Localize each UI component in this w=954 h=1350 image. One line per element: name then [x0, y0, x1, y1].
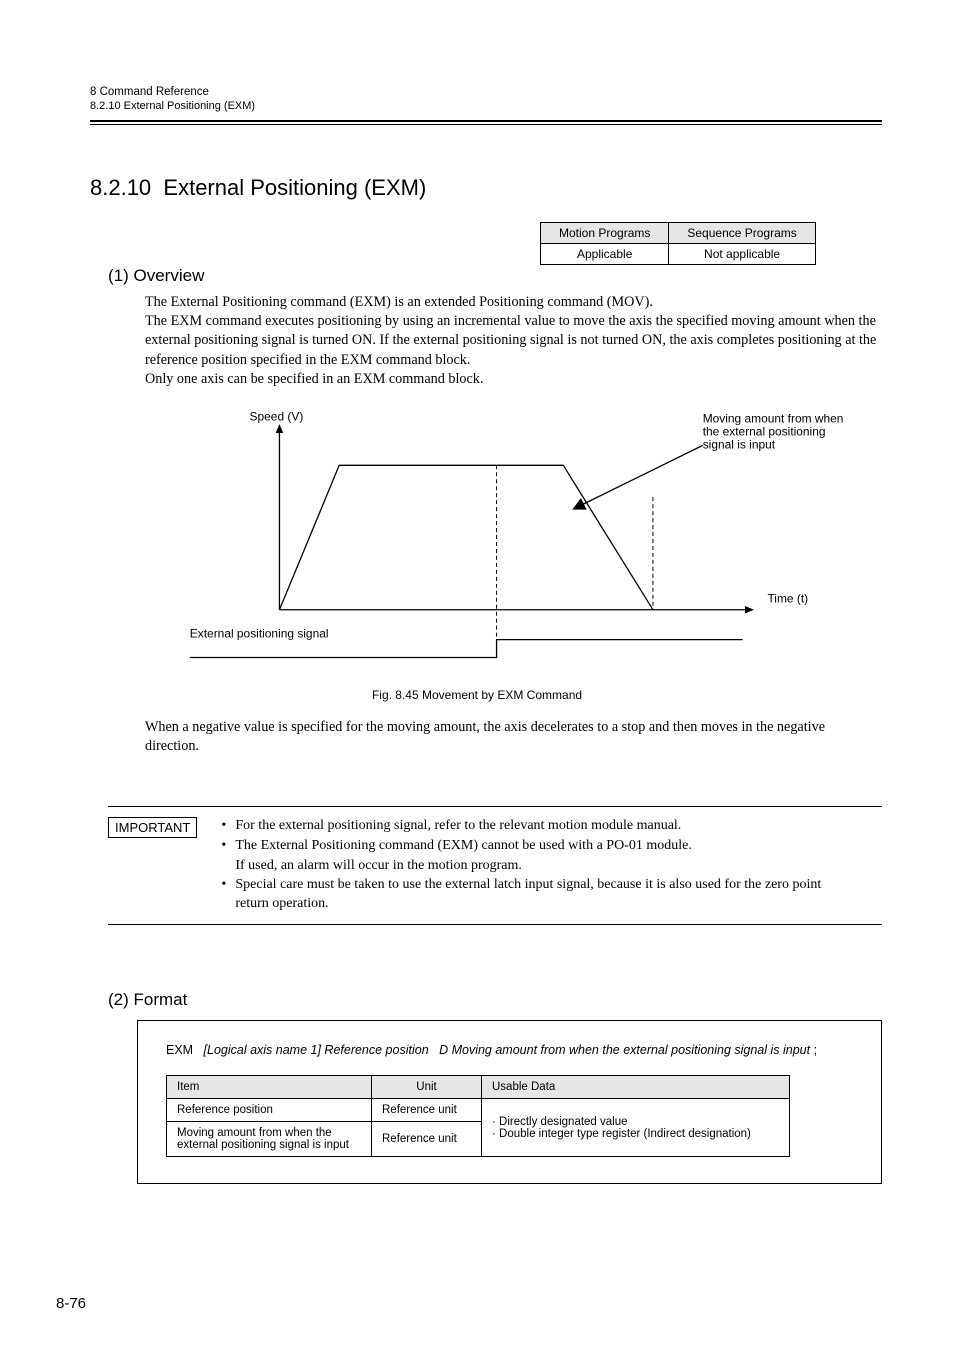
- format-table: Item Unit Usable Data Reference position…: [166, 1075, 790, 1157]
- page-number: 8-76: [56, 1295, 86, 1312]
- app-col1-value: Applicable: [541, 244, 669, 265]
- header-chapter: 8 Command Reference: [90, 86, 255, 98]
- r1-unit: Reference unit: [372, 1099, 482, 1122]
- app-col2-value: Not applicable: [669, 244, 815, 265]
- rule: [108, 924, 882, 925]
- important-item-1: For the external positioning signal, ref…: [221, 817, 841, 836]
- label-ext-signal: External positioning signal: [190, 627, 329, 641]
- section-name: External Positioning (EXM): [163, 175, 426, 200]
- label-speed: Speed (V): [250, 410, 304, 423]
- r2-item: Moving amount from when the external pos…: [167, 1122, 372, 1157]
- section-number: 8.2.10: [90, 175, 151, 200]
- data-line-1: · Directly designated value: [492, 1116, 779, 1128]
- label-time: Time (t): [767, 592, 808, 606]
- rule: [108, 806, 882, 807]
- figure-caption: Fig. 8.45 Movement by EXM Command: [0, 688, 954, 702]
- app-col1-header: Motion Programs: [541, 223, 669, 244]
- important-item-3: Special care must be taken to use the ex…: [221, 876, 841, 914]
- format-syntax: EXM [Logical axis name 1] Reference posi…: [166, 1043, 853, 1057]
- format-d-seg: D Moving amount from when the external p…: [439, 1043, 810, 1057]
- th-data: Usable Data: [482, 1076, 790, 1099]
- format-box: EXM [Logical axis name 1] Reference posi…: [137, 1020, 882, 1184]
- th-item: Item: [167, 1076, 372, 1099]
- label-moving-note: Moving amount from when the external pos…: [703, 411, 847, 451]
- important-block: IMPORTANT For the external positioning s…: [108, 806, 882, 925]
- usable-data-cell: · Directly designated value · Double int…: [482, 1099, 790, 1157]
- format-cmd: EXM: [166, 1043, 193, 1057]
- important-text: For the external positioning signal, ref…: [221, 817, 841, 914]
- section-title: 8.2.10 External Positioning (EXM): [90, 175, 426, 201]
- running-header: 8 Command Reference 8.2.10 External Posi…: [90, 86, 255, 112]
- applicability-table: Motion Programs Sequence Programs Applic…: [540, 222, 816, 265]
- header-sub: 8.2.10 External Positioning (EXM): [90, 100, 255, 112]
- format-heading: (2) Format: [108, 990, 187, 1010]
- overview-paragraph: The External Positioning command (EXM) i…: [145, 293, 882, 389]
- format-axis-seg: [Logical axis name 1] Reference position: [204, 1043, 429, 1057]
- overview-heading: (1) Overview: [108, 266, 204, 286]
- r2-unit: Reference unit: [372, 1122, 482, 1157]
- important-item-2-sub: If used, an alarm will occur in the moti…: [221, 857, 841, 876]
- data-line-2: · Double integer type register (Indirect…: [492, 1128, 779, 1140]
- header-rule: [90, 120, 882, 125]
- app-col2-header: Sequence Programs: [669, 223, 815, 244]
- important-item-2: The External Positioning command (EXM) c…: [221, 837, 841, 856]
- diagram-svg: Speed (V) Moving amount from when the ex…: [145, 410, 882, 670]
- r1-item: Reference position: [167, 1099, 372, 1122]
- th-unit: Unit: [372, 1076, 482, 1099]
- paragraph-negative: When a negative value is specified for t…: [145, 718, 882, 756]
- important-label: IMPORTANT: [108, 817, 197, 838]
- format-semicolon: ;: [810, 1043, 817, 1057]
- diagram: Speed (V) Moving amount from when the ex…: [145, 410, 882, 670]
